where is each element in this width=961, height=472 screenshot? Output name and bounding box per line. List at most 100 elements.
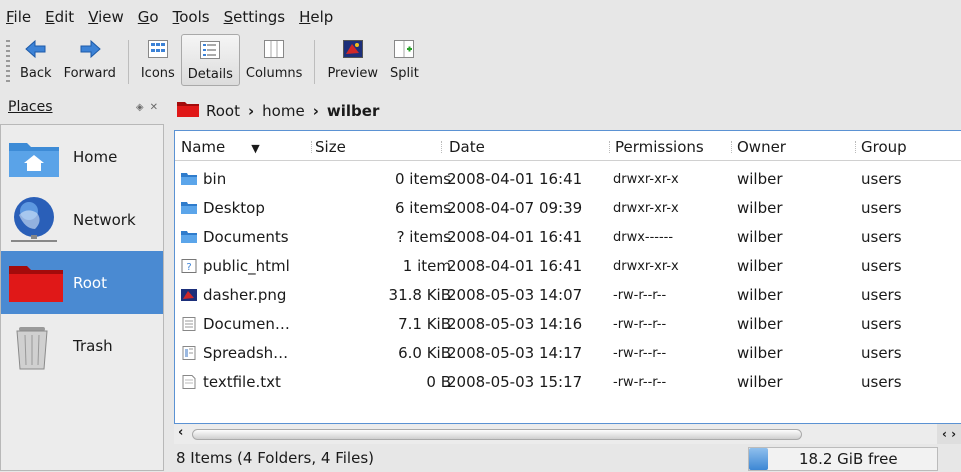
status-bar: 8 Items (4 Folders, 4 Files) 18.2 GiB fr… [174,446,961,472]
place-home-label: Home [73,147,118,166]
file-permissions: drwxr-xr-x [613,259,679,274]
column-header-row: Name ▼ Size Date Permissions Owner Group [175,131,961,161]
file-name-cell: dasher.png [181,286,286,304]
file-list: Name ▼ Size Date Permissions Owner Group … [174,130,961,424]
file-row[interactable]: Documen… 7.1 KiB 2008-05-03 14:16 -rw-r-… [175,310,961,339]
details-view-label: Details [187,67,233,82]
close-panel-icon[interactable]: ✕ [150,102,158,113]
file-row[interactable]: Desktop 6 items 2008-04-07 09:39 drwxr-x… [175,194,961,223]
menu-go-label: o [149,8,159,26]
file-permissions: drwx------ [613,230,674,245]
file-name: public_html [203,257,290,275]
breadcrumb-current[interactable]: wilber [327,102,379,120]
column-divider[interactable] [441,141,442,153]
scrollbar-thumb[interactable] [192,429,802,440]
folder-icon [181,231,197,243]
file-row[interactable]: Spreadsh… 6.0 KiB 2008-05-03 14:17 -rw-r… [175,339,961,368]
column-header-group[interactable]: Group [861,138,907,156]
column-header-name[interactable]: Name ▼ [181,138,260,156]
horizontal-scrollbar[interactable]: ‹ ‹ › [174,424,961,444]
text-file-icon [182,375,196,389]
file-row[interactable]: bin 0 items 2008-04-01 16:41 drwxr-xr-x … [175,165,961,194]
menu-edit-label: dit [54,8,75,26]
column-divider[interactable] [855,141,856,153]
file-row[interactable]: Documents ? items 2008-04-01 16:41 drwx-… [175,223,961,252]
preview-button[interactable]: Preview [321,34,384,86]
file-group: users [861,228,902,246]
file-owner: wilber [737,228,783,246]
svg-text:?: ? [186,262,191,273]
trash-icon [7,320,67,372]
menu-edit[interactable]: Edit [45,8,74,26]
panel-splitter[interactable] [166,124,172,471]
toolbar-separator [314,40,316,84]
file-name-cell: Documents [181,228,289,246]
icons-view-button[interactable]: Icons [135,34,181,86]
place-root-label: Root [73,273,107,292]
float-panel-icon[interactable]: ◈ [136,102,144,113]
file-owner: wilber [737,257,783,275]
place-home[interactable]: Home [1,125,163,188]
forward-button[interactable]: Forward [58,34,122,86]
file-name: dasher.png [203,286,287,304]
menu-file-mnemonic: F [6,8,14,26]
column-header-owner[interactable]: Owner [737,138,786,156]
menu-go[interactable]: Go [138,8,159,26]
menu-help[interactable]: Help [299,8,333,26]
breadcrumb-root[interactable]: Root [206,102,240,120]
breadcrumb-folder-icon [176,100,200,122]
arrow-left-icon [25,38,47,60]
file-date: 2008-05-03 14:16 [447,315,583,333]
split-icon [393,38,415,60]
column-header-size[interactable]: Size [315,138,346,156]
file-date: 2008-04-01 16:41 [447,257,583,275]
file-size: ? items [396,228,451,246]
menu-settings[interactable]: Settings [224,8,286,26]
file-name-cell: ? public_html [181,257,290,275]
menu-view[interactable]: View [88,8,124,26]
places-panel-header: Places ◈ ✕ [0,92,164,122]
spreadsheet-icon [182,346,196,360]
unknown-folder-icon: ? [181,259,197,273]
menu-go-mnemonic: G [137,8,150,26]
file-name-cell: bin [181,170,226,188]
details-view-button[interactable]: Details [180,34,240,86]
menu-help-label: elp [310,8,334,26]
column-divider[interactable] [731,141,732,153]
document-icon [182,317,196,331]
disk-usage-fill [749,448,768,470]
file-name: Documents [203,228,289,246]
column-divider[interactable] [311,141,312,153]
menu-view-mnemonic: V [88,8,99,26]
file-row[interactable]: ? public_html 1 item 2008-04-01 16:41 drw… [175,252,961,281]
file-owner: wilber [737,199,783,217]
menu-tools[interactable]: Tools [173,8,210,26]
scroll-left-icon[interactable]: ‹ [178,425,183,440]
file-row[interactable]: textfile.txt 0 B 2008-05-03 15:17 -rw-r-… [175,368,961,397]
column-divider[interactable] [609,141,610,153]
back-button[interactable]: Back [14,34,58,86]
file-name-cell: Desktop [181,199,265,217]
place-trash[interactable]: Trash [1,314,163,377]
file-date: 2008-04-01 16:41 [447,170,583,188]
place-root[interactable]: Root [1,251,163,314]
columns-view-button[interactable]: Columns [240,34,309,86]
menu-file[interactable]: File [6,8,31,26]
file-row[interactable]: dasher.png 31.8 KiB 2008-05-03 14:07 -rw… [175,281,961,310]
file-group: users [861,257,902,275]
column-header-permissions[interactable]: Permissions [615,138,704,156]
scroll-arrows-icon[interactable]: ‹ › [937,424,961,444]
breadcrumb-home[interactable]: home [262,102,305,120]
network-icon [7,194,67,246]
split-button[interactable]: Split [384,34,425,86]
menu-settings-mnemonic: S [223,8,234,26]
menu-file-label: ile [13,8,32,26]
column-header-date[interactable]: Date [449,138,485,156]
preview-label: Preview [327,66,379,81]
toolbar-grip[interactable] [6,40,10,84]
root-folder-icon [7,257,67,309]
home-icon [7,131,67,183]
file-name-cell: Documen… [181,315,290,333]
places-title: Places [8,99,53,115]
place-network[interactable]: Network [1,188,163,251]
